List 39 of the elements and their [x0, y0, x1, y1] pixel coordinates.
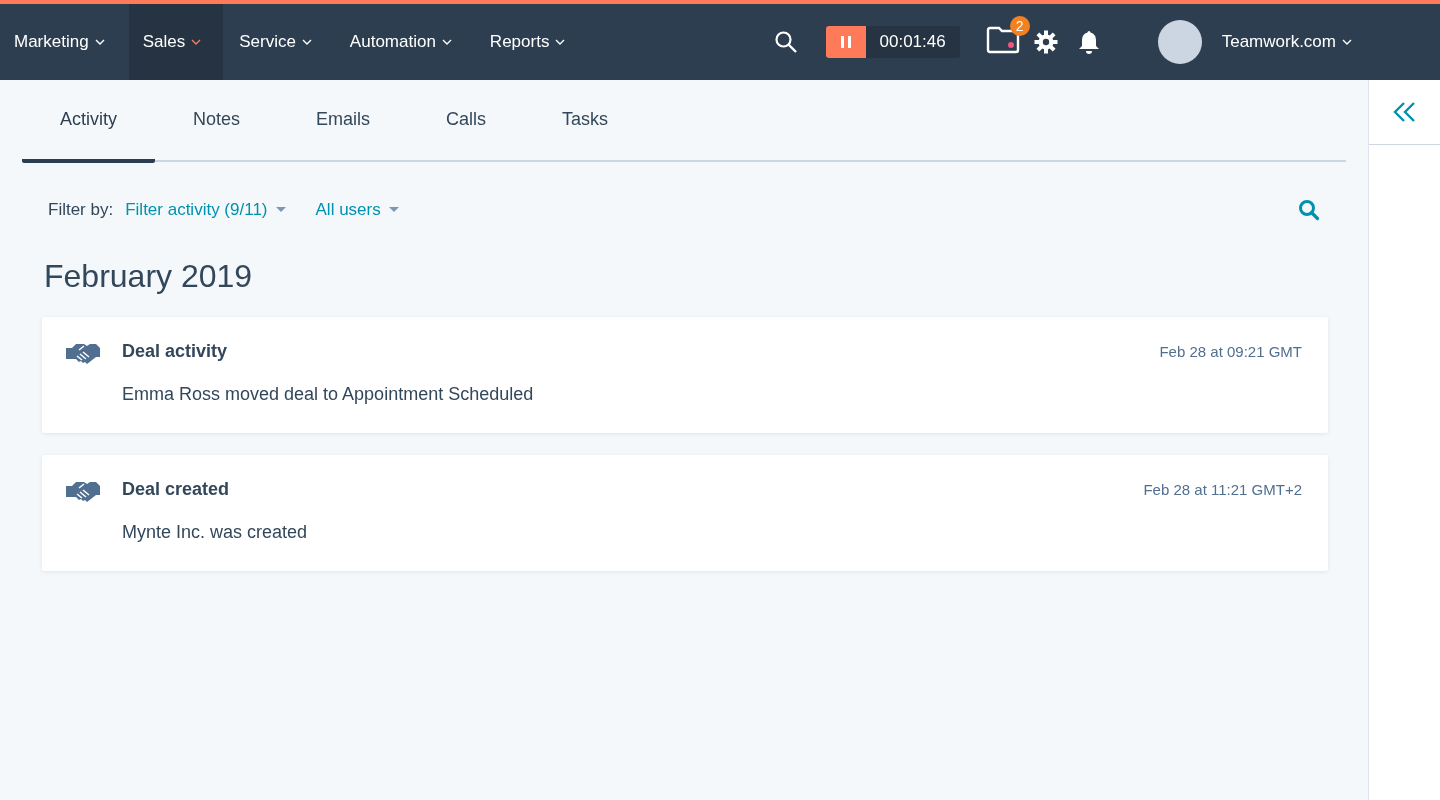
- account-menu[interactable]: Teamwork.com: [1221, 32, 1352, 52]
- activity-timestamp: Feb 28 at 09:21 GMT: [1159, 343, 1302, 360]
- avatar[interactable]: [1157, 20, 1202, 64]
- collapse-icon[interactable]: [1392, 100, 1417, 124]
- caret-icon: [275, 207, 286, 213]
- timer-readout: 00:01:46: [878, 31, 947, 53]
- nav-menu-item[interactable]: Reports: [475, 4, 588, 80]
- tab[interactable]: Emails: [278, 80, 409, 163]
- activity-timestamp: Feb 28 at 11:21 GMT+2: [1143, 481, 1302, 498]
- tab[interactable]: Activity: [22, 80, 155, 163]
- activity-title: Deal activity: [122, 341, 228, 362]
- nav-menu-item[interactable]: Service: [225, 4, 334, 80]
- chevron-down-icon: [94, 39, 105, 45]
- chevron-down-icon: [191, 39, 202, 45]
- filter-label: Filter by:: [48, 200, 114, 220]
- users-filter-dropdown[interactable]: All users: [315, 200, 399, 220]
- search-icon[interactable]: [773, 30, 798, 54]
- settings-icon[interactable]: [1033, 30, 1058, 54]
- pause-icon: [840, 36, 851, 48]
- chevron-down-icon: [441, 39, 452, 45]
- tab[interactable]: Tasks: [524, 80, 647, 163]
- notification-badge: 2: [1009, 16, 1030, 36]
- month-heading: February 2019: [44, 258, 254, 295]
- activity-description: Emma Ross moved deal to Appointment Scheduled: [122, 384, 535, 405]
- notifications-icon[interactable]: [1077, 30, 1100, 54]
- chevron-down-icon: [555, 39, 566, 45]
- tab[interactable]: Notes: [155, 80, 279, 163]
- pause-button[interactable]: [825, 26, 866, 58]
- nav-menu-item[interactable]: Marketing: [0, 4, 127, 80]
- nav-menu-item[interactable]: Automation: [335, 4, 474, 80]
- caret-icon: [388, 207, 399, 213]
- chevron-down-icon: [301, 39, 312, 45]
- nav-menu-item[interactable]: Sales: [128, 4, 224, 80]
- handshake-icon: [66, 479, 100, 503]
- chevron-down-icon: [1342, 39, 1352, 45]
- handshake-icon: [66, 341, 100, 365]
- activity-title: Deal created: [122, 479, 230, 500]
- tab[interactable]: Calls: [408, 80, 525, 163]
- activity-description: Mynte Inc. was created: [122, 522, 309, 543]
